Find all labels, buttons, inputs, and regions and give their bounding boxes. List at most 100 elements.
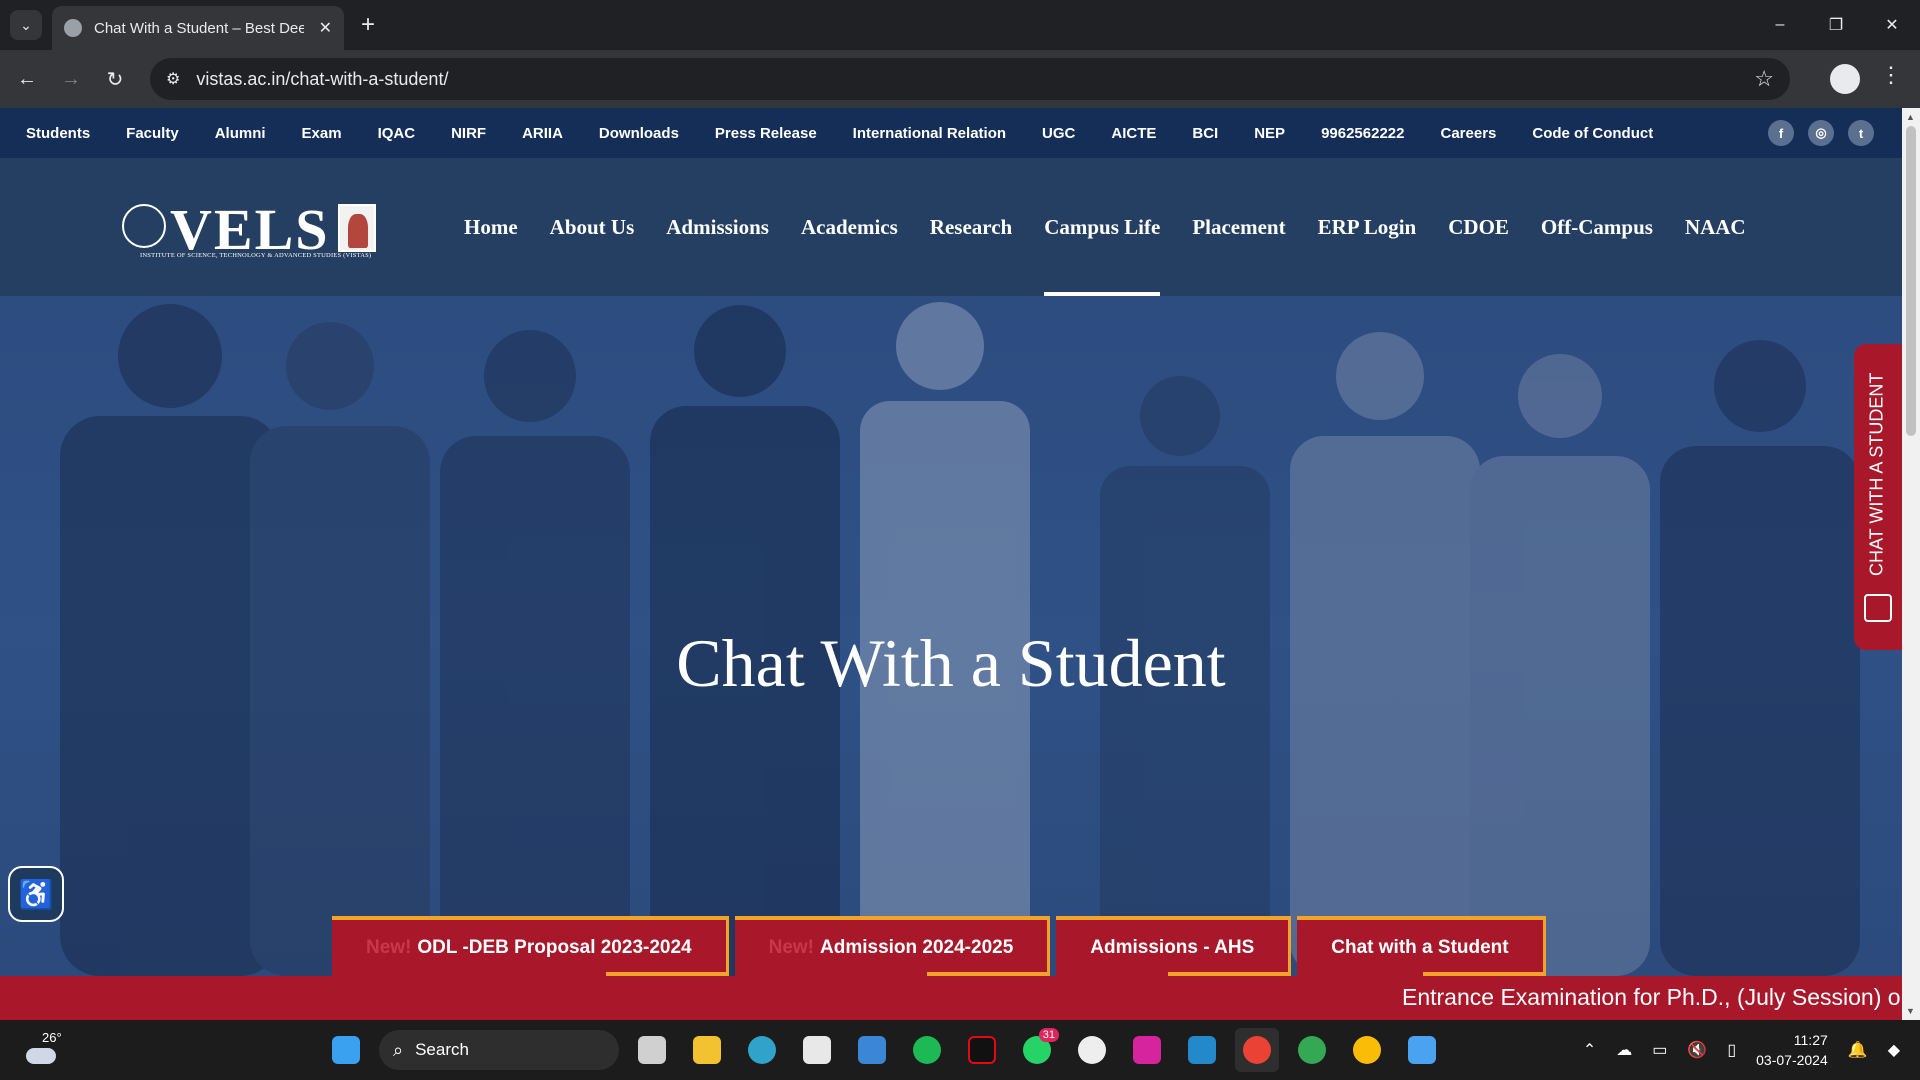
topbar-link-aicte[interactable]: AICTE bbox=[1111, 125, 1156, 142]
browser-menu-icon[interactable]: ⋮ bbox=[1880, 62, 1902, 88]
side-tab-label: CHAT WITH A STUDENT bbox=[1866, 372, 1887, 576]
topbar-link-downloads[interactable]: Downloads bbox=[599, 125, 679, 142]
quick-link-admission-2024[interactable]: New! Admission 2024-2025 bbox=[734, 916, 1051, 976]
tab-close-button[interactable]: ✕ bbox=[319, 18, 332, 38]
scrollbar-thumb[interactable] bbox=[1906, 126, 1916, 436]
bookmark-star-icon[interactable]: ☆ bbox=[1754, 66, 1774, 92]
topbar-link-international-relation[interactable]: International Relation bbox=[853, 125, 1006, 142]
weather-widget[interactable]: 26° bbox=[22, 1030, 62, 1070]
topbar-link-nirf[interactable]: NIRF bbox=[451, 125, 486, 142]
onedrive-icon[interactable]: ☁ bbox=[1616, 1040, 1632, 1060]
battery-icon[interactable]: ▯ bbox=[1727, 1040, 1736, 1060]
taskbar-search[interactable]: ⌕ Search bbox=[379, 1030, 619, 1070]
instagram-icon[interactable]: ◎ bbox=[1808, 120, 1834, 146]
close-window-button[interactable]: ✕ bbox=[1864, 0, 1920, 50]
volume-muted-icon[interactable]: 🔇 bbox=[1687, 1040, 1707, 1060]
edge-icon[interactable] bbox=[740, 1028, 784, 1072]
topbar-link-students[interactable]: Students bbox=[26, 125, 90, 142]
chevron-up-icon[interactable]: ⌃ bbox=[1583, 1040, 1596, 1060]
address-bar[interactable]: ⚙ vistas.ac.in/chat-with-a-student/ ☆ bbox=[150, 58, 1790, 100]
url-text[interactable]: vistas.ac.in/chat-with-a-student/ bbox=[196, 69, 448, 90]
ticker-text[interactable]: Entrance Examination for Ph.D., (July Se… bbox=[1402, 984, 1902, 1011]
page-title: Chat With a Student bbox=[676, 625, 1226, 701]
clock[interactable]: 11:27 03-07-2024 bbox=[1756, 1030, 1828, 1070]
clock-date: 03-07-2024 bbox=[1756, 1052, 1828, 1068]
vscode-icon[interactable] bbox=[1180, 1028, 1224, 1072]
nav-cdoe[interactable]: CDOE bbox=[1448, 158, 1509, 296]
profile-avatar-icon[interactable] bbox=[1830, 64, 1860, 94]
new-tab-button[interactable]: + bbox=[352, 10, 384, 40]
quick-link-label: Admissions - AHS bbox=[1090, 937, 1255, 958]
notification-bell-icon[interactable]: 🔔 bbox=[1848, 1040, 1868, 1060]
scroll-up-icon[interactable]: ▲ bbox=[1906, 112, 1915, 122]
scroll-down-icon[interactable]: ▼ bbox=[1906, 1006, 1915, 1016]
main-nav: Home About Us Admissions Academics Resea… bbox=[464, 158, 1778, 296]
tab-search-button[interactable]: ⌄ bbox=[10, 10, 42, 40]
windows-taskbar: 26° ⌕ Search 31 ⌃ ☁ ▭ 🔇 ▯ 11:27 03-07-20… bbox=[0, 1020, 1920, 1080]
nav-academics[interactable]: Academics bbox=[801, 158, 898, 296]
news-ticker[interactable]: Entrance Examination for Ph.D., (July Se… bbox=[0, 976, 1902, 1020]
minimize-button[interactable]: – bbox=[1752, 0, 1808, 50]
university-seal-icon bbox=[122, 204, 166, 248]
taskbar-apps: ⌕ Search 31 bbox=[324, 1028, 1444, 1072]
quick-link-label: ODL -DEB Proposal 2023-2024 bbox=[417, 937, 692, 958]
network-icon[interactable]: ▭ bbox=[1652, 1040, 1667, 1060]
quick-link-chat-with-student[interactable]: Chat with a Student bbox=[1297, 916, 1546, 976]
nav-admissions[interactable]: Admissions bbox=[666, 158, 769, 296]
quick-link-odl-deb[interactable]: New! ODL -DEB Proposal 2023-2024 bbox=[332, 916, 729, 976]
topbar-link-iqac[interactable]: IQAC bbox=[378, 125, 416, 142]
topbar-link-code-of-conduct[interactable]: Code of Conduct bbox=[1532, 125, 1653, 142]
twitter-icon[interactable]: t bbox=[1848, 120, 1874, 146]
accessibility-icon[interactable]: ♿ bbox=[8, 866, 64, 922]
nav-about-us[interactable]: About Us bbox=[550, 158, 635, 296]
nav-home[interactable]: Home bbox=[464, 158, 518, 296]
facebook-icon[interactable]: f bbox=[1768, 120, 1794, 146]
topbar-link-careers[interactable]: Careers bbox=[1441, 125, 1497, 142]
clock-app-icon[interactable] bbox=[1070, 1028, 1114, 1072]
topbar-link-exam[interactable]: Exam bbox=[302, 125, 342, 142]
new-badge: New! bbox=[768, 937, 815, 958]
spotify-icon[interactable] bbox=[905, 1028, 949, 1072]
nav-research[interactable]: Research bbox=[930, 158, 1012, 296]
topbar-link-faculty[interactable]: Faculty bbox=[126, 125, 179, 142]
clock-time: 11:27 bbox=[1793, 1032, 1828, 1048]
topbar-link-ariia[interactable]: ARIIA bbox=[522, 125, 563, 142]
netflix-icon[interactable] bbox=[960, 1028, 1004, 1072]
topbar-link-ugc[interactable]: UGC bbox=[1042, 125, 1075, 142]
file-explorer-icon[interactable] bbox=[685, 1028, 729, 1072]
topbar-link-press-release[interactable]: Press Release bbox=[715, 125, 817, 142]
new-badge: New! bbox=[366, 937, 412, 958]
forward-arrow-icon[interactable]: → bbox=[54, 62, 88, 96]
topbar-link-phone[interactable]: 9962562222 bbox=[1321, 125, 1404, 142]
mail-icon[interactable] bbox=[850, 1028, 894, 1072]
nav-erp-login[interactable]: ERP Login bbox=[1318, 158, 1417, 296]
store-icon[interactable] bbox=[795, 1028, 839, 1072]
chrome-profile-icon[interactable] bbox=[1290, 1028, 1334, 1072]
topbar-link-bci[interactable]: BCI bbox=[1192, 125, 1218, 142]
chrome-icon[interactable] bbox=[1235, 1028, 1279, 1072]
chat-with-student-side-tab[interactable]: CHAT WITH A STUDENT bbox=[1854, 344, 1902, 650]
reload-icon[interactable]: ↻ bbox=[98, 62, 132, 96]
back-arrow-icon[interactable]: ← bbox=[10, 62, 44, 96]
instagram-app-icon[interactable] bbox=[1125, 1028, 1169, 1072]
start-button[interactable] bbox=[324, 1028, 368, 1072]
nav-off-campus[interactable]: Off-Campus bbox=[1541, 158, 1653, 296]
copilot-icon[interactable]: ◆ bbox=[1888, 1040, 1900, 1060]
vels-logo[interactable]: VELS INSTITUTE OF SCIENCE, TECHNOLOGY & … bbox=[122, 197, 377, 264]
restore-button[interactable]: ❐ bbox=[1808, 0, 1864, 50]
topbar-link-nep[interactable]: NEP bbox=[1254, 125, 1285, 142]
task-view-icon[interactable] bbox=[630, 1028, 674, 1072]
nav-placement[interactable]: Placement bbox=[1192, 158, 1285, 296]
system-tray: ⌃ ☁ ▭ 🔇 ▯ 11:27 03-07-2024 🔔 ◆ bbox=[1583, 1020, 1920, 1080]
whatsapp-icon[interactable]: 31 bbox=[1015, 1028, 1059, 1072]
page-scrollbar[interactable]: ▲ ▼ bbox=[1902, 108, 1920, 1020]
nav-campus-life[interactable]: Campus Life bbox=[1044, 158, 1161, 296]
topbar-link-alumni[interactable]: Alumni bbox=[215, 125, 266, 142]
site-info-icon[interactable]: ⚙ bbox=[166, 69, 180, 89]
chrome-profile-2-icon[interactable] bbox=[1345, 1028, 1389, 1072]
browser-toolbar: ← → ↻ ⚙ vistas.ac.in/chat-with-a-student… bbox=[0, 50, 1920, 108]
nav-naac[interactable]: NAAC bbox=[1685, 158, 1746, 296]
quick-link-admissions-ahs[interactable]: Admissions - AHS bbox=[1056, 916, 1292, 976]
photos-icon[interactable] bbox=[1400, 1028, 1444, 1072]
browser-tab-active[interactable]: Chat With a Student – Best Deemed ✕ bbox=[52, 6, 344, 50]
